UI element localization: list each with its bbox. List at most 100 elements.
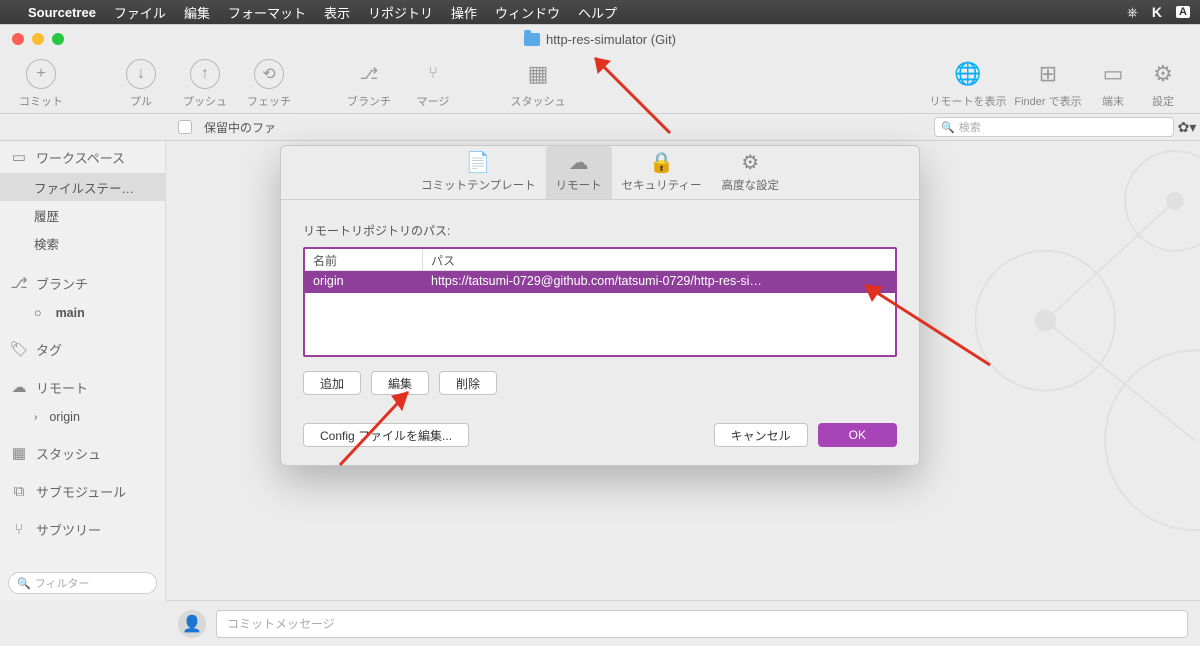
lock-icon: 🔒 xyxy=(649,150,674,174)
tab-commit-template-label: コミットテンプレート xyxy=(421,177,536,193)
fetch-icon: ⟲ xyxy=(254,59,284,89)
remote-table: 名前 パス origin https://tatsumi-0729@github… xyxy=(303,247,897,357)
gear-icon: ⚙ xyxy=(741,150,759,174)
sidebar-history[interactable]: 履歴 xyxy=(0,201,165,229)
cloud-icon: ☁ xyxy=(569,150,589,174)
stash-button[interactable]: ▦スタッシュ xyxy=(504,59,572,109)
close-window-button[interactable] xyxy=(12,33,24,45)
menu-format[interactable]: フォーマット xyxy=(228,3,306,22)
remote-row-origin[interactable]: origin https://tatsumi-0729@github.com/t… xyxy=(305,271,895,293)
show-remote-button[interactable]: 🌐リモートを表示 xyxy=(928,59,1008,109)
globe-icon: 🌐 xyxy=(953,59,983,89)
terminal-icon: ▭ xyxy=(1098,59,1128,89)
terminal-button[interactable]: ▭端末 xyxy=(1088,59,1138,109)
submodule-icon: ⧉ xyxy=(10,483,28,500)
th-name[interactable]: 名前 xyxy=(305,249,423,270)
pull-button[interactable]: ↓プル xyxy=(112,59,170,109)
sidebar-remote-origin[interactable]: ›origin xyxy=(0,403,165,431)
menu-repository[interactable]: リポジトリ xyxy=(368,3,433,22)
tab-remote[interactable]: ☁ リモート xyxy=(546,146,612,199)
select-all-checkbox[interactable] xyxy=(178,120,192,134)
view-options-button[interactable]: ✿▾ xyxy=(1174,119,1200,136)
app-name[interactable]: Sourcetree xyxy=(28,5,96,20)
sidebar-tags-label: タグ xyxy=(36,340,62,359)
sidebar-stashes[interactable]: ▦スタッシュ xyxy=(0,437,165,469)
sidebar-search-label: 検索 xyxy=(34,234,59,253)
branch-icon: ⎇ xyxy=(10,274,28,292)
menu-actions[interactable]: 操作 xyxy=(451,3,477,22)
sidebar-tags[interactable]: 🏷 タグ xyxy=(0,333,165,365)
finder-icon: ⊞ xyxy=(1033,59,1063,89)
fetch-button[interactable]: ⟲フェッチ xyxy=(240,59,298,109)
delete-remote-button[interactable]: 削除 xyxy=(439,371,497,395)
merge-button[interactable]: ⑂マージ xyxy=(404,59,462,109)
add-remote-button[interactable]: 追加 xyxy=(303,371,361,395)
template-icon: 📄 xyxy=(466,150,491,174)
sidebar-branches[interactable]: ⎇ ブランチ xyxy=(0,267,165,299)
commit-button[interactable]: + コミット xyxy=(12,59,70,109)
stash-icon: ▦ xyxy=(523,59,553,89)
menu-help[interactable]: ヘルプ xyxy=(578,3,617,22)
gear-icon: ⚙ xyxy=(1148,59,1178,89)
down-arrow-icon: ↓ xyxy=(126,59,156,89)
sidebar-filter-input[interactable]: 🔍フィルター xyxy=(8,572,157,594)
tab-remote-label: リモート xyxy=(556,177,602,193)
workspace-icon: ▭ xyxy=(10,148,28,166)
sidebar-branches-label: ブランチ xyxy=(36,274,88,293)
menu-view[interactable]: 表示 xyxy=(324,3,350,22)
search-input[interactable]: 🔍検索 xyxy=(934,117,1174,137)
modal-tabs: 📄 コミットテンプレート ☁ リモート 🔒セキュリティー ⚙ 高度な設定 xyxy=(281,146,919,200)
push-button[interactable]: ↑プッシュ xyxy=(176,59,234,109)
search-placeholder: 検索 xyxy=(959,119,981,135)
sidebar-subtrees[interactable]: ⑂サブツリー xyxy=(0,513,165,545)
cancel-button[interactable]: キャンセル xyxy=(714,423,808,447)
sidebar-filestatus[interactable]: ファイルステー… xyxy=(0,173,165,201)
commit-label: コミット xyxy=(19,93,63,109)
menu-file[interactable]: ファイル xyxy=(114,3,166,22)
settings-button[interactable]: ⚙ 設定 xyxy=(1138,59,1188,109)
window-traffic-lights xyxy=(12,33,64,45)
subtree-icon: ⑂ xyxy=(10,521,28,538)
plus-icon: + xyxy=(26,59,56,89)
merge-icon: ⑂ xyxy=(418,59,448,89)
file-status-header: 保留中のファ 🔍検索 ✿▾ xyxy=(0,113,1200,141)
branch-button[interactable]: ⎇ブランチ xyxy=(340,59,398,109)
show-finder-label: Finder で表示 xyxy=(1014,93,1081,109)
mac-menubar: Sourcetree ファイル 編集 フォーマット 表示 リポジトリ 操作 ウィ… xyxy=(0,0,1200,24)
commit-message-input[interactable]: コミットメッセージ xyxy=(216,610,1188,638)
edit-config-button[interactable]: Config ファイルを編集... xyxy=(303,423,469,447)
sidebar-branch-main[interactable]: ○main xyxy=(0,299,165,327)
sidebar-submodules[interactable]: ⧉サブモジュール xyxy=(0,475,165,507)
settings-label: 設定 xyxy=(1152,93,1174,109)
pending-label: 保留中のファ xyxy=(204,119,276,136)
menubar-k-icon[interactable]: K xyxy=(1152,4,1162,20)
menubar-lang-icon[interactable]: A xyxy=(1176,6,1190,18)
tab-advanced-label: 高度な設定 xyxy=(721,177,779,193)
window-title-text: http-res-simulator (Git) xyxy=(546,32,676,47)
th-path[interactable]: パス xyxy=(423,249,895,270)
folder-icon xyxy=(524,33,540,46)
docker-status-icon[interactable]: ⎈ xyxy=(1127,4,1138,21)
menu-edit[interactable]: 編集 xyxy=(184,3,210,22)
minimize-window-button[interactable] xyxy=(32,33,44,45)
tag-icon: 🏷 xyxy=(10,340,28,358)
remote-table-header: 名前 パス xyxy=(305,249,895,271)
sidebar-search[interactable]: 検索 xyxy=(0,229,165,257)
sidebar-workspace[interactable]: ▭ワークスペース xyxy=(0,141,165,173)
sidebar-filter-placeholder: フィルター xyxy=(35,575,90,591)
show-finder-button[interactable]: ⊞ Finder で表示 xyxy=(1008,59,1088,109)
cloud-icon: ☁ xyxy=(10,378,28,396)
stash-icon: ▦ xyxy=(10,444,28,462)
tab-commit-template[interactable]: 📄 コミットテンプレート xyxy=(411,146,546,199)
avatar[interactable]: 👤 xyxy=(178,610,206,638)
menu-window[interactable]: ウィンドウ xyxy=(495,3,560,22)
commit-bar: 👤 コミットメッセージ xyxy=(166,600,1200,646)
edit-remote-button[interactable]: 編集 xyxy=(371,371,429,395)
sidebar-remotes[interactable]: ☁リモート xyxy=(0,371,165,403)
ok-button[interactable]: OK xyxy=(818,423,897,447)
branch-icon: ⎇ xyxy=(354,59,384,89)
tab-advanced[interactable]: ⚙ 高度な設定 xyxy=(711,146,789,199)
zoom-window-button[interactable] xyxy=(52,33,64,45)
remote-row-path: https://tatsumi-0729@github.com/tatsumi-… xyxy=(423,271,895,293)
tab-security[interactable]: 🔒セキュリティー xyxy=(612,146,712,199)
